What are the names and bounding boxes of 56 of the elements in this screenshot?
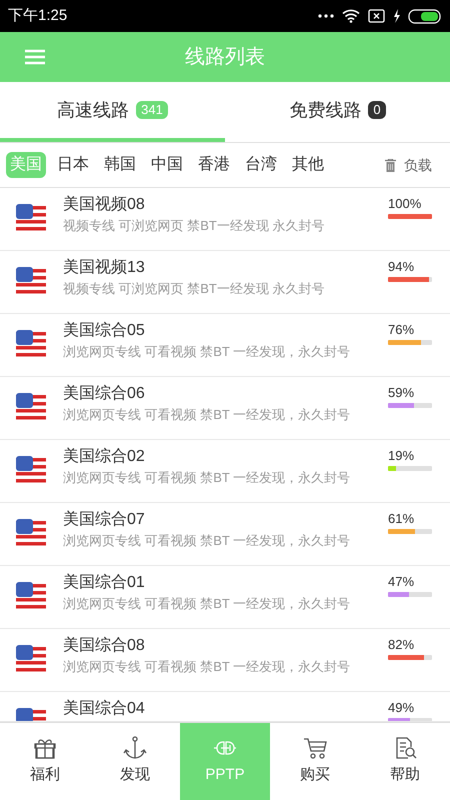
wifi-icon [342, 9, 360, 23]
page-title: 线路列表 [185, 45, 265, 70]
load-percent: 82% [388, 637, 416, 653]
load-sort-button[interactable]: 负载 [385, 154, 444, 176]
anchor-icon [123, 736, 147, 760]
trash-icon [385, 158, 396, 172]
server-row[interactable]: 美国视频08 视频专线 可浏览网页 禁BT一经发现 永久封号 100% [0, 188, 450, 251]
tab[interactable]: 高速线路 341 [0, 82, 225, 142]
load-percent: 59% [388, 385, 416, 401]
battery-icon [408, 8, 442, 24]
server-name: 美国综合01 [63, 572, 146, 593]
load-percent: 94% [388, 259, 416, 275]
server-row[interactable]: 美国综合08 浏览网页专线 可看视频 禁BT 一经发现，永久封号 82% [0, 629, 450, 692]
server-name: 美国综合08 [63, 636, 146, 656]
server-description: 浏览网页专线 可看视频 禁BT 一经发现，永久封号 [63, 343, 352, 361]
region-tab[interactable]: 中国 [147, 152, 187, 178]
load-percent: 76% [388, 322, 416, 338]
no-sim-icon [368, 9, 385, 23]
count-badge: 0 [368, 101, 386, 119]
region-tab[interactable]: 其他 [288, 152, 328, 178]
region-tab[interactable]: 韩国 [100, 152, 140, 178]
server-row[interactable]: 美国综合01 浏览网页专线 可看视频 禁BT 一经发现，永久封号 47% [0, 566, 450, 629]
server-row[interactable]: 美国综合07 浏览网页专线 可看视频 禁BT 一经发现，永久封号 61% [0, 503, 450, 566]
server-description: 浏览网页专线 可看视频 禁BT 一经发现，永久封号 [63, 595, 352, 613]
tab[interactable]: 免费线路 0 [225, 82, 450, 142]
server-description: 视频专线 可浏览网页 禁BT一经发现 永久封号 [63, 217, 326, 235]
server-name: 美国综合07 [63, 510, 146, 530]
region-tab[interactable]: 台湾 [241, 152, 281, 178]
server-name: 美国综合06 [63, 384, 146, 404]
count-badge: 341 [136, 101, 168, 119]
region-tab[interactable]: 香港 [194, 152, 234, 178]
charging-icon [393, 9, 400, 23]
load-percent: 19% [388, 448, 416, 464]
server-row[interactable]: 美国综合05 浏览网页专线 可看视频 禁BT 一经发现，永久封号 76% [0, 314, 450, 377]
load-percent: 100% [388, 196, 422, 212]
more-dots-icon [318, 14, 334, 18]
server-description: 浏览网页专线 可看视频 禁BT 一经发现，永久封号 [63, 406, 352, 424]
server-description: 浏览网页专线 可看视频 禁BT 一经发现，永久封号 [63, 532, 352, 550]
server-name: 美国综合05 [63, 320, 146, 341]
server-row[interactable]: 美国视频13 视频专线 可浏览网页 禁BT一经发现 永久封号 94% [0, 251, 450, 314]
server-name: 美国综合02 [63, 446, 146, 467]
load-percent: 49% [388, 700, 416, 716]
menu-icon[interactable] [25, 49, 45, 65]
clock-time: 下午1:25 [8, 6, 68, 26]
server-row[interactable]: 美国综合02 浏览网页专线 可看视频 禁BT 一经发现，永久封号 19% [0, 440, 450, 503]
cart-icon [303, 736, 327, 760]
server-description: 视频专线 可浏览网页 禁BT一经发现 永久封号 [63, 280, 326, 298]
server-name: 美国视频13 [63, 258, 146, 278]
load-percent: 61% [388, 511, 416, 527]
load-percent: 47% [388, 574, 416, 590]
server-name: 美国综合04 [63, 698, 146, 719]
server-description: 浏览网页专线 可看视频 禁BT 一经发现，永久封号 [63, 469, 352, 487]
server-row[interactable]: 美国综合06 浏览网页专线 可看视频 禁BT 一经发现，永久封号 59% [0, 377, 450, 440]
server-name: 美国视频08 [63, 194, 146, 215]
region-tab[interactable]: 日本 [53, 152, 93, 178]
server-description: 浏览网页专线 可看视频 禁BT 一经发现，永久封号 [63, 658, 352, 676]
